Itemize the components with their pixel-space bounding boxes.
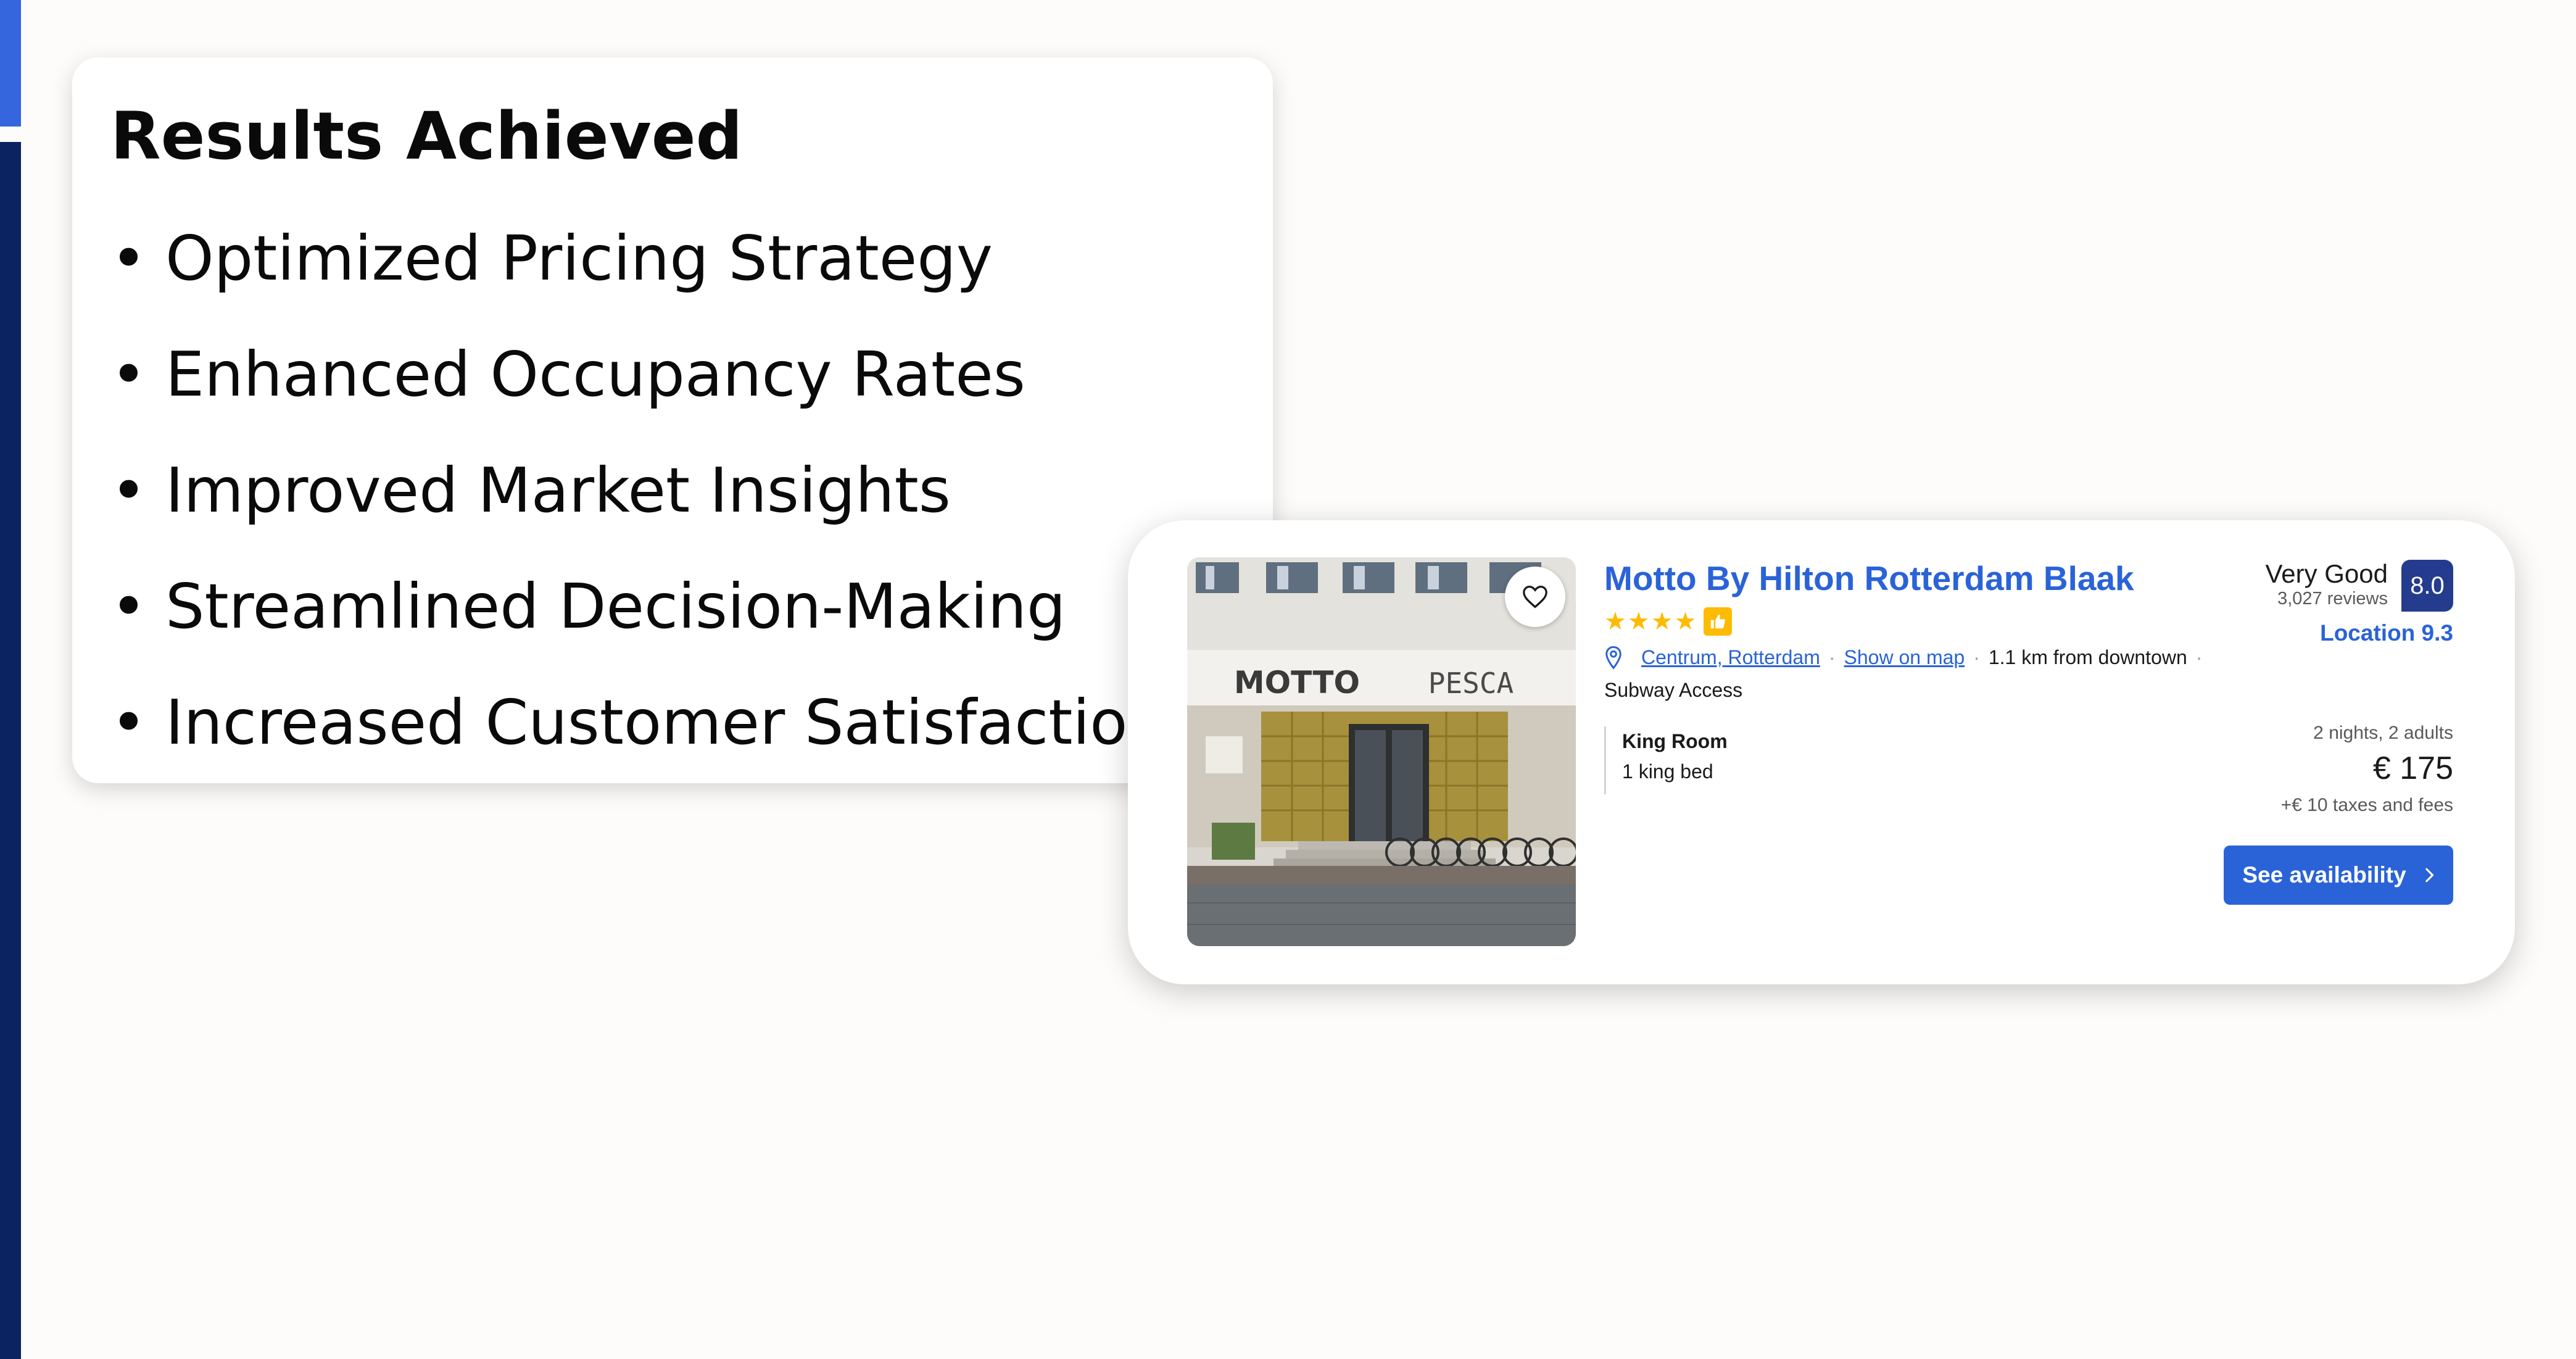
list-item-label: Streamlined Decision-Making: [165, 570, 1066, 642]
hotel-name-link[interactable]: Motto By Hilton Rotterdam Blaak: [1604, 557, 2258, 600]
price: € 175: [2372, 750, 2453, 786]
review-score-block[interactable]: Very Good 3,027 reviews 8.0 Location 9.3: [2265, 559, 2453, 646]
star-icon: ★: [1627, 607, 1650, 636]
room-bed: 1 king bed: [1622, 760, 1713, 783]
photo-sign-right: PESCA: [1428, 667, 1514, 700]
location-score: Location 9.3: [2320, 620, 2453, 646]
results-card: Results Achieved • Optimized Pricing Stra…: [72, 57, 1273, 783]
list-item-label: Enhanced Occupancy Rates: [165, 338, 1025, 410]
see-availability-button[interactable]: See availability: [2224, 846, 2453, 905]
distance-text: 1.1 km from downtown: [1988, 646, 2187, 669]
price-block: 2 nights, 2 adults € 175 +€ 10 taxes and…: [2281, 723, 2453, 816]
list-item: • Optimized Pricing Strategy: [110, 201, 1167, 317]
hotel-listing-card: MOTTO PESCA Motto By Hilton Rotterdam Bl…: [1128, 520, 2515, 984]
results-list: • Optimized Pricing Strategy • Enhanced Oc…: [110, 201, 1167, 781]
score-badge: 8.0: [2401, 560, 2453, 612]
bullet: •: [110, 338, 147, 410]
photo-sign-left: MOTTO: [1234, 665, 1360, 700]
review-text: Very Good 3,027 reviews: [2265, 559, 2388, 610]
list-item: • Increased Customer Satisfaction: [110, 665, 1167, 781]
star-rating: ★ ★ ★ ★: [1604, 606, 2258, 637]
see-availability-label: See availability: [2242, 862, 2406, 887]
taxes-and-fees: +€ 10 taxes and fees: [2280, 795, 2453, 816]
bullet: •: [110, 686, 147, 758]
star-icon: ★: [1604, 607, 1626, 636]
sidebar-dark-bar: [0, 142, 21, 1359]
sidebar-accent-bar: [0, 0, 21, 127]
list-item: • Improved Market Insights: [110, 433, 1167, 549]
room-name: King Room: [1622, 729, 1728, 752]
list-item: • Streamlined Decision-Making: [110, 549, 1167, 665]
separator: ·: [1828, 646, 1836, 669]
room-info: King Room 1 king bed: [1604, 726, 2258, 794]
bullet: •: [110, 222, 147, 294]
location-row: Centrum, Rotterdam · Show on map · 1.1 k…: [1604, 646, 2258, 670]
stay-details: 2 nights, 2 adults: [2313, 723, 2453, 743]
subway-access-text: Subway Access: [1604, 678, 1743, 701]
star-icon: ★: [1674, 607, 1697, 636]
list-item: • Enhanced Occupancy Rates: [110, 317, 1167, 433]
star-icon: ★: [1650, 607, 1673, 636]
map-pin-icon: [1605, 646, 1621, 670]
review-label: Very Good: [2265, 559, 2388, 588]
thumbs-up-icon: [1704, 607, 1733, 636]
list-item-label: Increased Customer Satisfaction: [165, 686, 1167, 758]
favorite-button[interactable]: [1505, 567, 1565, 627]
separator: ·: [1973, 646, 1980, 669]
list-item-label: Improved Market Insights: [165, 454, 951, 526]
list-item-label: Optimized Pricing Strategy: [165, 222, 993, 294]
review-count: 3,027 reviews: [2277, 589, 2388, 609]
hotel-info: Motto By Hilton Rotterdam Blaak ★ ★ ★ ★ …: [1604, 557, 2258, 794]
bullet: •: [110, 570, 147, 642]
results-title: Results Achieved: [110, 98, 743, 174]
area-link[interactable]: Centrum, Rotterdam: [1641, 646, 1820, 669]
separator: ·: [2195, 646, 2203, 669]
heart-outline-icon: [1523, 585, 1547, 609]
review-row: Very Good 3,027 reviews 8.0: [2265, 559, 2453, 612]
bullet: •: [110, 454, 147, 526]
show-on-map-link[interactable]: Show on map: [1844, 646, 1965, 669]
chevron-right-icon: [2424, 867, 2435, 884]
